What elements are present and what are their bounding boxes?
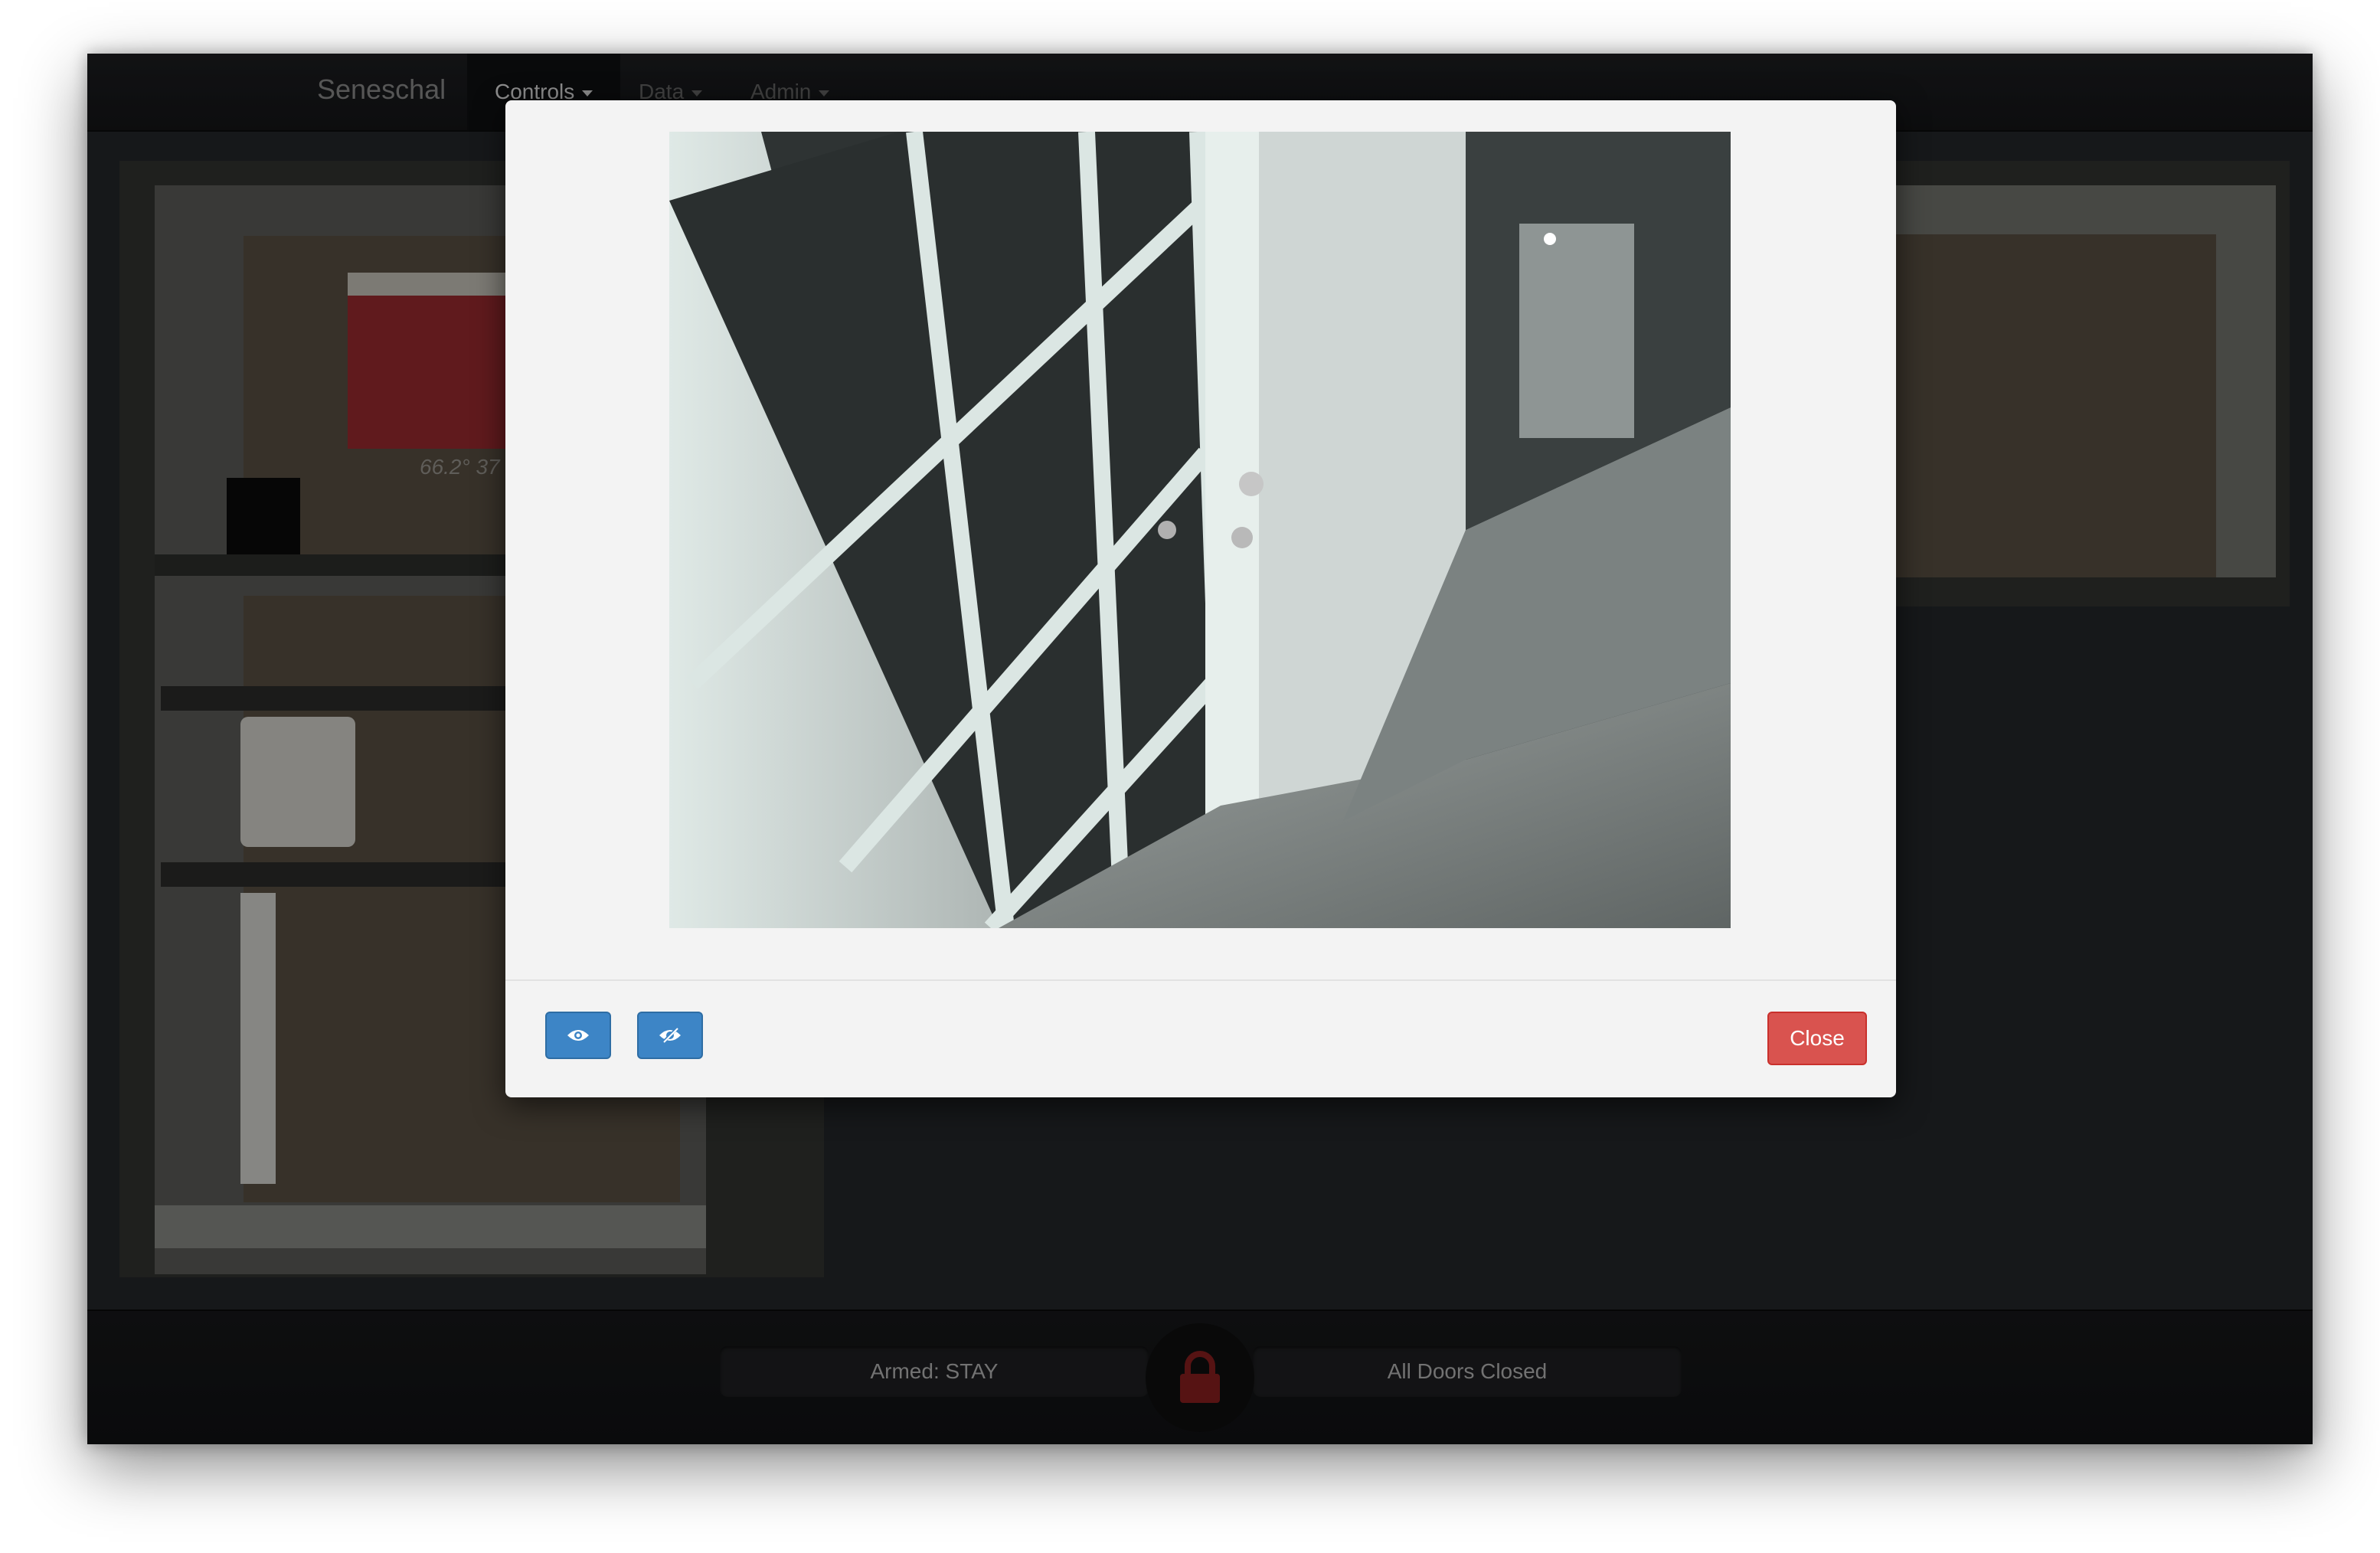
eye-slash-icon <box>659 1027 681 1044</box>
hide-camera-button[interactable] <box>637 1012 703 1059</box>
close-button[interactable]: Close <box>1767 1012 1867 1065</box>
camera-feed-image <box>669 132 1731 928</box>
modal-footer-divider <box>505 979 1896 981</box>
eye-icon <box>567 1030 589 1041</box>
show-camera-button[interactable] <box>545 1012 611 1059</box>
app-window: 66.2° 37 Seneschal Controls Data Admin A… <box>87 54 2313 1444</box>
camera-modal: Close <box>505 100 1896 1097</box>
